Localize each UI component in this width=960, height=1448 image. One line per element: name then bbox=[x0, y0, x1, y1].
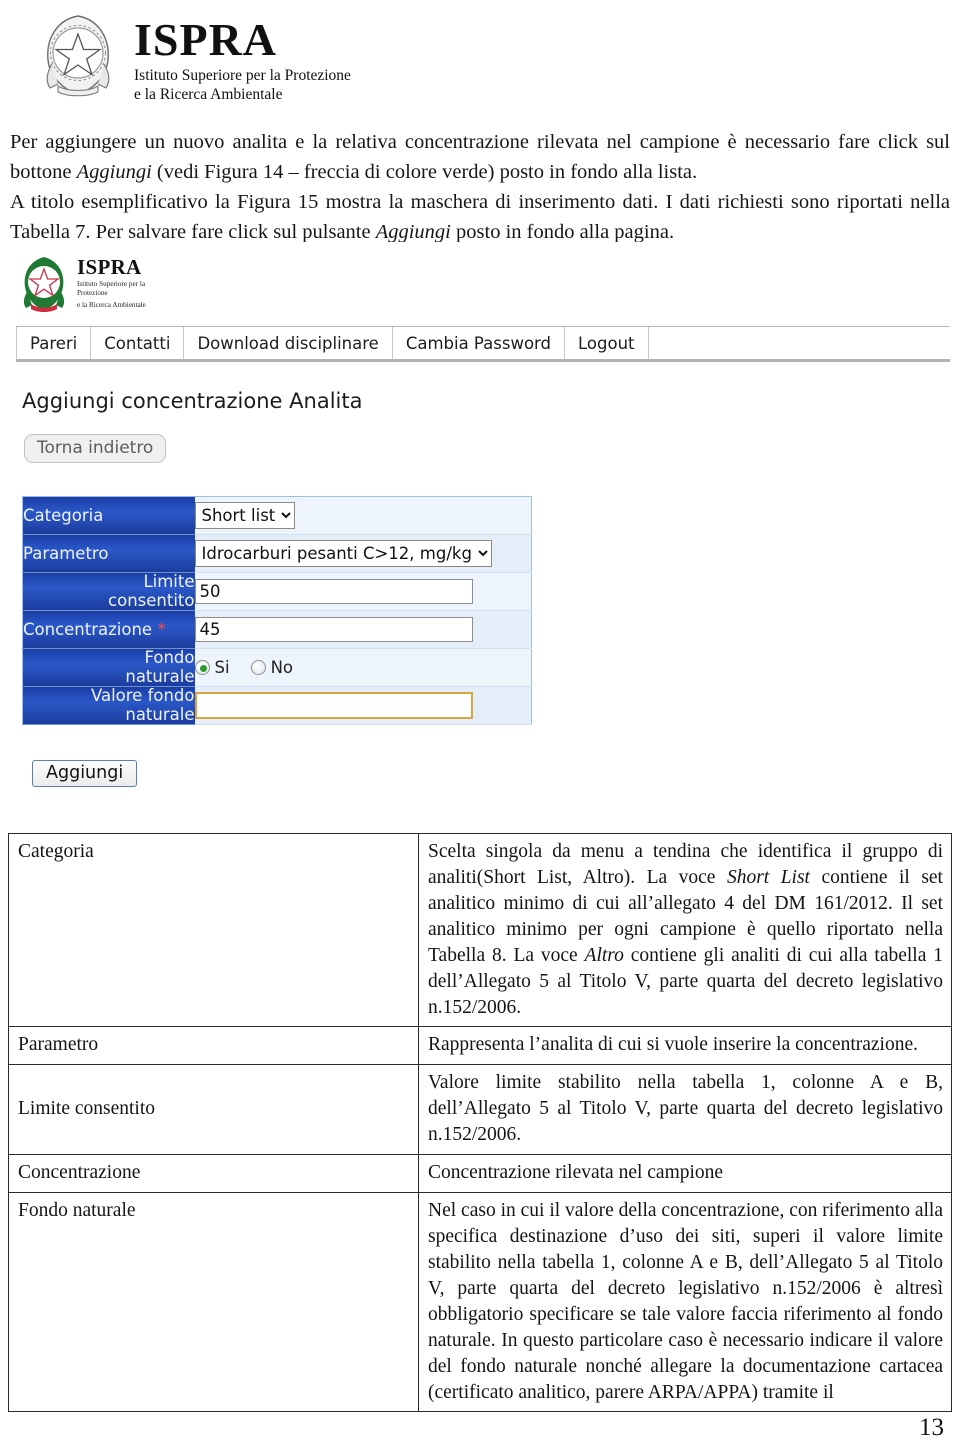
desc-term-concentrazione: Concentrazione bbox=[8, 1154, 419, 1194]
submit-aggiungi-button[interactable]: Aggiungi bbox=[32, 760, 138, 787]
paragraph-1: Per aggiungere un nuovo analita e la rel… bbox=[10, 128, 950, 187]
back-button[interactable]: Torna indietro bbox=[24, 434, 167, 463]
table-row: Concentrazione Concentrazione rilevata n… bbox=[8, 1154, 952, 1194]
radio-no-label[interactable]: No bbox=[271, 658, 293, 677]
parametro-select[interactable]: Idrocarburi pesanti C>12, mg/kg bbox=[194, 540, 492, 567]
valore-fondo-label-line2: naturale bbox=[125, 704, 195, 724]
desc-term-limite-consentito: Limite consentito bbox=[8, 1064, 419, 1156]
desc-term-parametro: Parametro bbox=[8, 1026, 419, 1066]
limite-consentito-label: Limite consentito bbox=[22, 572, 195, 611]
nav-item-logout[interactable]: Logout bbox=[565, 327, 649, 359]
fondo-label-line2: naturale bbox=[125, 666, 195, 686]
desc-def-fondo-naturale: Nel caso in cui il valore della concentr… bbox=[418, 1192, 952, 1413]
webapp-page-title: Aggiungi concentrazione Analita bbox=[22, 389, 363, 413]
form-row-fondo-naturale: Fondo naturale Si No bbox=[22, 648, 532, 687]
webapp-navbar: Pareri Contatti Download disciplinare Ca… bbox=[16, 326, 950, 362]
form-row-concentrazione: Concentrazione * bbox=[22, 610, 532, 649]
concentrazione-label-text: Concentrazione bbox=[23, 619, 153, 639]
form-row-limite-consentito: Limite consentito bbox=[22, 572, 532, 611]
radio-si-icon[interactable] bbox=[194, 660, 210, 675]
para1-part-b: (vedi Figura 14 – freccia di colore verd… bbox=[151, 160, 698, 183]
table-row: Limite consentito Valore limite stabilit… bbox=[8, 1064, 952, 1156]
document-header: ISPRA Istituto Superiore per la Protezio… bbox=[36, 6, 456, 110]
field-description-table: Categoria Scelta singola da menu a tendi… bbox=[8, 832, 952, 1413]
concentrazione-field-cell bbox=[194, 610, 532, 649]
header-org-text: ISPRA Istituto Superiore per la Protezio… bbox=[134, 6, 351, 105]
valore-fondo-naturale-label: Valore fondo naturale bbox=[22, 686, 195, 725]
page-number: 13 bbox=[919, 1414, 944, 1441]
categoria-label: Categoria bbox=[22, 496, 195, 535]
table-row: Parametro Rappresenta l’analita di cui s… bbox=[8, 1026, 952, 1066]
categoria-select[interactable]: Short list bbox=[194, 502, 295, 529]
webapp-logo-text: ISPRA Istituto Superiore per la Protezio… bbox=[77, 256, 160, 311]
form-row-parametro: Parametro Idrocarburi pesanti C>12, mg/k… bbox=[22, 534, 532, 573]
concentrazione-input[interactable] bbox=[194, 617, 473, 642]
desc-def-limite-consentito: Valore limite stabilito nella tabella 1,… bbox=[418, 1064, 952, 1156]
parametro-label: Parametro bbox=[22, 534, 195, 573]
desc-def-parametro: Rappresenta l’analita di cui si vuole in… bbox=[418, 1026, 952, 1066]
webapp-logo: ISPRA Istituto Superiore per la Protezio… bbox=[18, 244, 160, 322]
concentrazione-label: Concentrazione * bbox=[22, 610, 195, 649]
radio-si-label[interactable]: Si bbox=[215, 658, 230, 677]
required-asterisk-icon: * bbox=[157, 619, 166, 640]
fondo-naturale-label: Fondo naturale bbox=[22, 648, 195, 687]
fondo-naturale-radio-group: Si No bbox=[194, 658, 532, 677]
org-line1: Istituto Superiore per la Protezione bbox=[134, 66, 351, 84]
navbar-filler bbox=[648, 327, 950, 359]
table-row: Fondo naturale Nel caso in cui il valore… bbox=[8, 1192, 952, 1413]
para1-emphasis: Aggiungi bbox=[76, 160, 152, 183]
desc-term-fondo-naturale: Fondo naturale bbox=[8, 1192, 419, 1413]
para2-part-b: posto in fondo alla pagina. bbox=[450, 221, 675, 244]
italian-republic-emblem-color-icon bbox=[18, 252, 70, 314]
webapp-logo-abbrev: ISPRA bbox=[77, 254, 142, 279]
webapp-logo-line2: e la Ricerca Ambientale bbox=[77, 300, 146, 309]
form-row-categoria: Categoria Short list bbox=[22, 496, 532, 535]
nav-item-cambia-password[interactable]: Cambia Password bbox=[392, 327, 566, 359]
valore-fondo-field-cell bbox=[194, 686, 532, 725]
limite-field-cell bbox=[194, 572, 532, 611]
org-abbrev: ISPRA bbox=[134, 14, 278, 65]
categoria-field-cell: Short list bbox=[194, 496, 532, 535]
body-text: Per aggiungere un nuovo analita e la rel… bbox=[10, 128, 950, 249]
italian-republic-emblem-icon bbox=[36, 6, 120, 102]
valore-fondo-label-line1: Valore fondo bbox=[90, 686, 195, 706]
desc-term-categoria: Categoria bbox=[8, 832, 419, 1028]
desc-def-concentrazione: Concentrazione rilevata nel campione bbox=[418, 1154, 952, 1194]
fondo-naturale-field-cell: Si No bbox=[194, 648, 532, 687]
embedded-webapp-screenshot: ISPRA Istituto Superiore per la Protezio… bbox=[10, 242, 950, 812]
form-row-valore-fondo-naturale: Valore fondo naturale bbox=[22, 686, 532, 725]
para2-emphasis: Aggiungi bbox=[375, 221, 451, 244]
limite-label-line2: consentito bbox=[108, 590, 195, 610]
nav-item-download-disciplinare[interactable]: Download disciplinare bbox=[184, 327, 393, 359]
paragraph-2: A titolo esemplificativo la Figura 15 mo… bbox=[10, 188, 950, 247]
parametro-field-cell: Idrocarburi pesanti C>12, mg/kg bbox=[194, 534, 532, 573]
valore-fondo-naturale-input[interactable] bbox=[194, 692, 473, 719]
limite-consentito-input[interactable] bbox=[194, 579, 473, 604]
radio-no-icon[interactable] bbox=[250, 660, 266, 675]
nav-item-contatti[interactable]: Contatti bbox=[91, 327, 185, 359]
nav-item-pareri[interactable]: Pareri bbox=[16, 327, 92, 359]
org-line2: e la Ricerca Ambientale bbox=[134, 85, 283, 103]
fondo-label-line1: Fondo bbox=[144, 648, 195, 668]
table-row: Categoria Scelta singola da menu a tendi… bbox=[8, 832, 952, 1028]
limite-label-line1: Limite bbox=[143, 572, 195, 592]
desc0-em2: Altro bbox=[584, 944, 624, 966]
desc0-em1: Short List bbox=[726, 866, 810, 888]
webapp-logo-line1: Istituto Superiore per la Protezione bbox=[77, 279, 146, 298]
desc-def-categoria: Scelta singola da menu a tendina che ide… bbox=[418, 832, 952, 1028]
analyte-form-table: Categoria Short list Parametro Idrocarbu… bbox=[22, 496, 532, 725]
